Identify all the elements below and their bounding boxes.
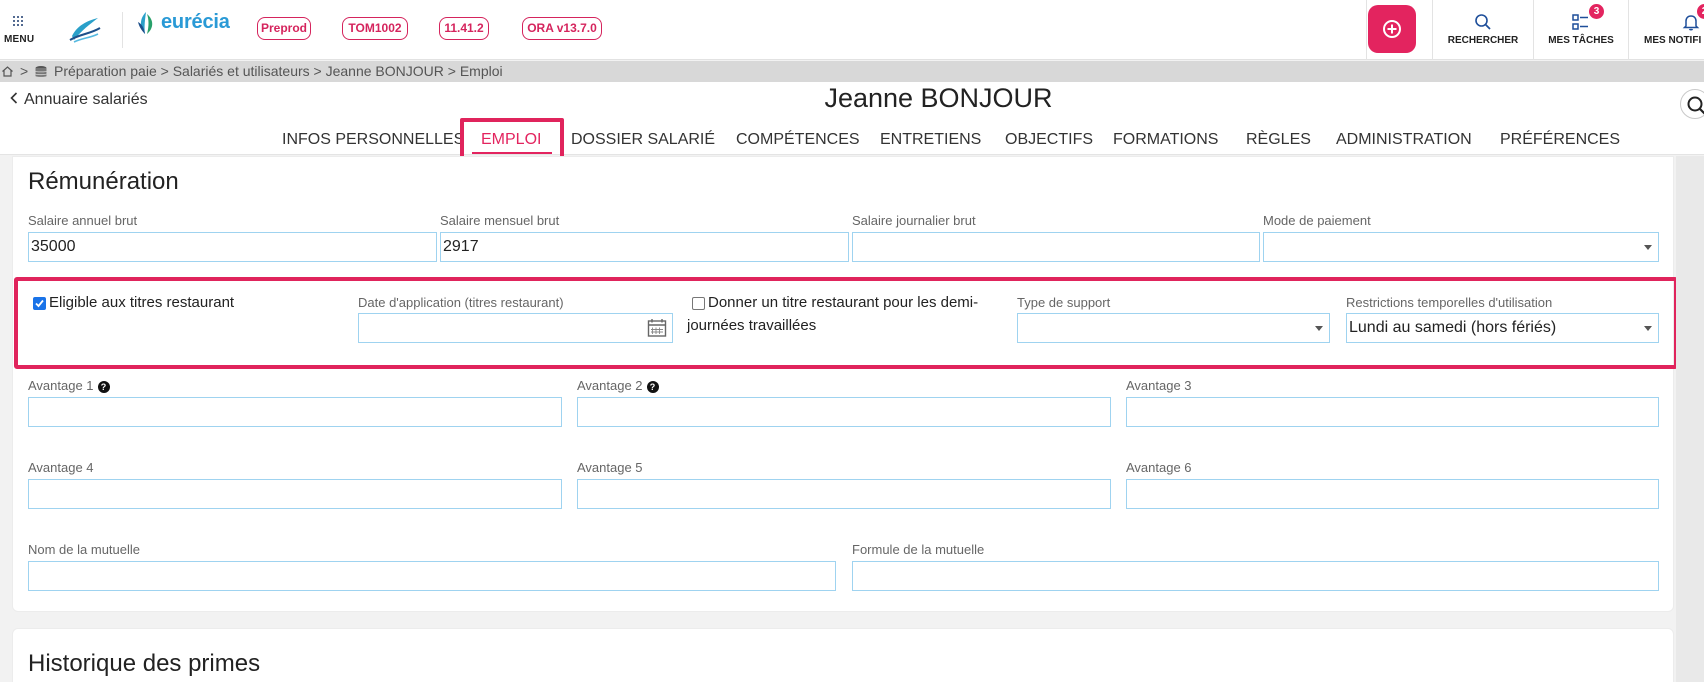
section-title: Rémunération	[28, 168, 179, 195]
avantage2-input[interactable]	[577, 397, 1111, 427]
avantage2-label: Avantage 2?	[577, 378, 659, 393]
avantage3-label: Avantage 3	[1126, 378, 1192, 393]
tab-preferences[interactable]: PRÉFÉRENCES	[1500, 131, 1620, 149]
mode-paiement-select[interactable]	[1263, 232, 1659, 262]
caret-down-icon	[1644, 245, 1652, 250]
salaire-mensuel-input[interactable]	[440, 232, 849, 262]
leaf-icon	[138, 12, 153, 34]
menu-button[interactable]: MENU	[0, 0, 38, 60]
breadcrumb-separator: >	[20, 63, 29, 79]
historique-primes-section: Historique des primes	[12, 628, 1674, 682]
tasks-label: MES TÂCHES	[1548, 35, 1614, 46]
plus-circle-icon	[1383, 20, 1401, 38]
salaire-journalier-label: Salaire journalier brut	[852, 213, 976, 228]
tab-regles[interactable]: RÈGLES	[1246, 131, 1311, 149]
add-button[interactable]	[1368, 5, 1416, 53]
database-icon	[35, 66, 47, 77]
menu-grid-icon	[13, 16, 25, 26]
employee-header: Annuaire salariés Jeanne BONJOUR INFOS P…	[0, 82, 1704, 155]
tasks-action[interactable]: 3 MES TÂCHES	[1534, 0, 1628, 60]
tab-entretiens[interactable]: ENTRETIENS	[880, 131, 981, 149]
env-pill-tenant: TOM1002	[342, 17, 408, 40]
divider	[122, 12, 123, 48]
avantage5-label: Avantage 5	[577, 460, 643, 475]
scrollbar[interactable]	[1676, 156, 1704, 682]
section-title: Historique des primes	[28, 650, 261, 677]
remuneration-section: Rémunération Salaire annuel brut Salaire…	[12, 156, 1674, 612]
salaire-mensuel-label: Salaire mensuel brut	[440, 213, 560, 228]
avantage6-label: Avantage 6	[1126, 460, 1192, 475]
salaire-annuel-input[interactable]	[28, 232, 437, 262]
avantage1-label: Avantage 1?	[28, 378, 110, 393]
top-bar: MENU eurécia Preprod TOM1002 11.41.2 ORA…	[0, 0, 1704, 60]
notifications-action[interactable]: 2 MES NOTIFI	[1629, 0, 1704, 60]
tab-competences[interactable]: COMPÉTENCES	[736, 131, 860, 149]
page-title: Jeanne BONJOUR	[824, 83, 1053, 113]
mode-paiement-label: Mode de paiement	[1263, 213, 1371, 228]
formule-mutuelle-input[interactable]	[852, 561, 1659, 591]
checklist-icon	[1572, 14, 1588, 30]
tab-infos-personnelles[interactable]: INFOS PERSONNELLES	[282, 131, 464, 149]
search-label: RECHERCHER	[1447, 35, 1519, 46]
notifications-label: MES NOTIFI	[1644, 35, 1702, 46]
formule-mutuelle-label: Formule de la mutuelle	[852, 542, 985, 557]
header-search-button[interactable]	[1680, 89, 1704, 119]
tab-bar: INFOS PERSONNELLES EMPLOI DOSSIER SALARI…	[0, 131, 1704, 155]
breadcrumb: > Préparation paie > Salariés et utilisa…	[0, 61, 1704, 82]
home-icon[interactable]	[1, 65, 14, 78]
search-action[interactable]: RECHERCHER	[1433, 0, 1533, 60]
search-icon	[1687, 96, 1704, 115]
tab-formations[interactable]: FORMATIONS	[1113, 131, 1218, 149]
salaire-annuel-label: Salaire annuel brut	[28, 213, 138, 228]
mutuelle-input[interactable]	[28, 561, 836, 591]
company-logo-icon[interactable]	[68, 14, 102, 44]
tab-objectifs[interactable]: OBJECTIFS	[1005, 131, 1093, 149]
breadcrumb-path[interactable]: Préparation paie > Salariés et utilisate…	[54, 61, 503, 82]
avantage4-label: Avantage 4	[28, 460, 94, 475]
avantage6-input[interactable]	[1126, 479, 1659, 509]
brand-name: eurécia	[161, 11, 230, 33]
help-icon[interactable]: ?	[97, 381, 110, 393]
env-pill-preprod: Preprod	[257, 17, 311, 40]
avantage1-input[interactable]	[28, 397, 562, 427]
search-icon	[1475, 14, 1491, 30]
mutuelle-label: Nom de la mutuelle	[28, 542, 140, 557]
salaire-journalier-input[interactable]	[852, 232, 1260, 262]
divider	[1366, 0, 1367, 60]
titres-restaurant-highlight-box	[14, 277, 1678, 369]
env-pill-version: 11.41.2	[439, 17, 489, 40]
avantage5-input[interactable]	[577, 479, 1111, 509]
env-pill-ora: ORA v13.7.0	[522, 17, 602, 40]
tasks-badge: 3	[1589, 4, 1604, 19]
help-icon[interactable]: ?	[646, 381, 659, 393]
tab-dossier-salarie[interactable]: DOSSIER SALARIÉ	[571, 131, 715, 149]
menu-label: MENU	[4, 34, 35, 45]
tab-administration[interactable]: ADMINISTRATION	[1336, 131, 1472, 149]
avantage4-input[interactable]	[28, 479, 562, 509]
avantage3-input[interactable]	[1126, 397, 1659, 427]
